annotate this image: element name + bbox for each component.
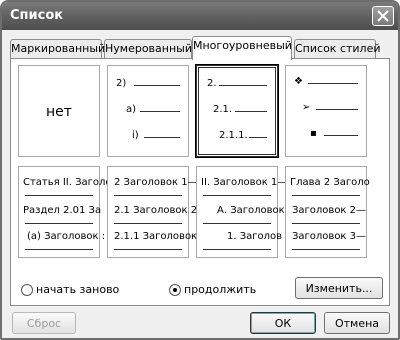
list-item: 2 Заголовок 1— [108,177,198,201]
level-3-text: (а) Заголовок : [27,231,106,242]
none-label: нет [46,104,72,120]
level-2-marker: а) [126,104,137,115]
close-button[interactable] [372,6,394,26]
change-button[interactable]: Изменить... [295,277,383,299]
level-1-text: Статья II. Заголо [23,177,112,188]
list-item: Заголовок 3— [286,231,366,255]
list-item: (а) Заголовок : [19,231,105,255]
list-item: Статья II. Заголо [19,177,112,201]
list-item: А. Заголовок [197,205,285,229]
list-item: ❖ [286,76,366,92]
ok-button[interactable]: ОК [250,312,316,334]
cancel-button[interactable]: Отмена [324,312,390,334]
gallery-cell-chapter[interactable]: Глава 2 Заголо Заголовок 2— Заголовок 3— [285,166,370,258]
list-item: 1. Заголов [197,231,282,255]
window-title: Список [10,8,64,23]
arrow-bullet-icon: ➢ [302,102,311,113]
level-2-text: Заголовок 2— [292,205,367,216]
gallery-cell-heading-decimal[interactable]: 2 Заголовок 1— 2.1 Заголовок 2- 2.1.1 За… [107,166,201,258]
tab-numbered[interactable]: Нумерованный [104,39,192,59]
tab-panel: нет 2) а) i) 2. 2.1. 2.1.1. ❖ ➢ ▪ Статья… [10,58,390,306]
restart-numbering-radio[interactable]: начать заново [21,283,119,296]
close-icon [377,10,389,22]
list-item: 2.1. [199,104,275,120]
level-1-text: Глава 2 Заголо [290,177,370,188]
title-bar: Список [2,2,398,30]
restart-numbering-label: начать заново [36,283,120,296]
gallery-cell-none[interactable]: нет [18,65,100,157]
level-1-marker: 2) [116,78,127,89]
level-1-marker: 2. [207,78,217,89]
level-2-text: Раздел 2.01 За [23,205,102,216]
tab-list-styles[interactable]: Список стилей [294,39,381,59]
level-3-text: 1. Заголов [227,231,283,242]
list-item: 2. [199,78,275,94]
gallery-cell-decimal[interactable]: 2. 2.1. 2.1.1. [195,64,279,158]
list-item: II. Заголовок 1— [197,177,287,201]
level-2-marker: 2.1. [213,104,233,115]
level-1-text: II. Заголовок 1— [201,177,288,188]
continue-numbering-radio[interactable]: продолжить [169,283,256,296]
tab-bulleted[interactable]: Маркированный [10,39,105,59]
tab-multilevel[interactable]: Многоуровневый [192,36,292,60]
square-bullet-icon: ▪ [310,128,317,139]
diamond-bullet-icon: ❖ [294,76,303,87]
gallery-cell-article[interactable]: Статья II. Заголо Раздел 2.01 За (а) Заг… [18,166,112,258]
reset-button[interactable]: Сброс [12,312,76,334]
list-item: 2.1 Заголовок 2- [108,205,201,229]
gallery-cell-heading-roman[interactable]: II. Заголовок 1— А. Заголовок 1. Заголов [196,166,287,258]
list-item: ▪ [286,128,366,144]
gallery-cell-bullets[interactable]: ❖ ➢ ▪ [285,65,367,157]
gallery-cell-paren[interactable]: 2) а) i) [107,65,189,157]
radio-circle [21,283,33,296]
list-item: 2.1.1 Заголовок [108,231,197,255]
level-1-text: 2 Заголовок 1— [114,177,198,188]
level-2-text: А. Заголовок [217,205,285,216]
list-item: 2) [108,78,188,94]
list-item: ➢ [286,102,366,118]
level-2-text: 2.1 Заголовок 2- [114,205,201,216]
level-3-text: Заголовок 3— [292,231,367,242]
list-dialog: Список Маркированный Нумерованный Многоу… [0,0,400,340]
continue-numbering-label: продолжить [184,283,257,296]
level-3-marker: 2.1.1. [219,130,248,141]
list-item: Раздел 2.01 За [19,205,102,229]
list-item: Заголовок 2— [286,205,366,229]
list-item: i) [108,130,188,146]
radio-circle-selected [169,283,181,296]
list-item: 2.1.1. [199,130,275,146]
list-item: Глава 2 Заголо [286,177,370,201]
level-3-marker: i) [132,130,139,141]
level-3-text: 2.1.1 Заголовок [114,231,198,242]
list-item: а) [108,104,188,120]
